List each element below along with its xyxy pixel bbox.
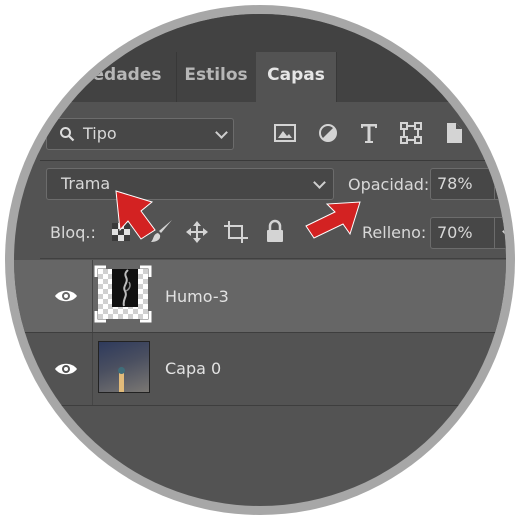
shape-filter-icon[interactable]	[400, 122, 422, 144]
fill-label: Relleno:	[362, 223, 427, 242]
adjustment-filter-icon[interactable]	[318, 123, 338, 143]
image-filter-icon[interactable]	[274, 124, 296, 142]
layer-name: Humo-3	[165, 287, 229, 306]
blend-mode-select[interactable]: Trama	[46, 168, 334, 200]
fill-value: 70%	[437, 223, 473, 242]
lock-label: Bloq.:	[50, 223, 96, 242]
chevron-down-icon	[502, 225, 506, 238]
lock-all-icon[interactable]	[265, 219, 285, 243]
tab-properties[interactable]: piedades	[60, 52, 177, 102]
annotation-arrow-right	[305, 201, 361, 239]
divider	[14, 405, 506, 406]
eye-icon[interactable]	[54, 362, 78, 376]
visibility-divider	[92, 333, 93, 405]
layers-panel: piedades Estilos Capas Tipo Trama Opacid…	[14, 14, 506, 506]
lock-artboard-icon[interactable]	[223, 220, 249, 244]
divider	[40, 160, 506, 161]
opacity-label: Opacidad:	[348, 175, 430, 194]
layer-name: Capa 0	[165, 359, 222, 378]
layer-row-capa-0[interactable]: Capa 0	[14, 333, 506, 405]
fill-input[interactable]: 70%	[430, 217, 495, 249]
panel-tab-bar: piedades Estilos Capas	[14, 14, 506, 102]
opacity-dropdown[interactable]	[494, 168, 506, 200]
type-filter-icon[interactable]	[359, 122, 379, 144]
smart-object-filter-icon[interactable]	[445, 122, 463, 144]
layer-thumbnail	[98, 341, 150, 393]
tab-layers[interactable]: Capas	[256, 52, 337, 102]
search-icon	[60, 127, 75, 142]
magnifier-circle: piedades Estilos Capas Tipo Trama Opacid…	[14, 14, 506, 506]
divider	[40, 258, 506, 259]
fill-dropdown[interactable]	[494, 217, 506, 249]
filter-kind-label: Tipo	[83, 124, 117, 143]
opacity-input[interactable]: 78%	[430, 168, 495, 200]
eye-icon[interactable]	[54, 289, 78, 303]
annotation-arrow-up	[115, 190, 156, 240]
chevron-down-icon	[313, 176, 326, 189]
match-head	[118, 367, 125, 374]
filter-kind-select[interactable]: Tipo	[46, 118, 234, 150]
tab-styles[interactable]: Estilos	[176, 52, 257, 102]
selection-brackets	[94, 265, 152, 323]
lock-position-icon[interactable]	[186, 221, 208, 243]
blend-mode-value: Trama	[61, 174, 111, 193]
opacity-value: 78%	[437, 174, 473, 193]
layer-row-humo-3[interactable]: Humo-3	[14, 260, 506, 332]
visibility-divider	[92, 260, 93, 332]
chevron-down-icon	[215, 126, 228, 139]
